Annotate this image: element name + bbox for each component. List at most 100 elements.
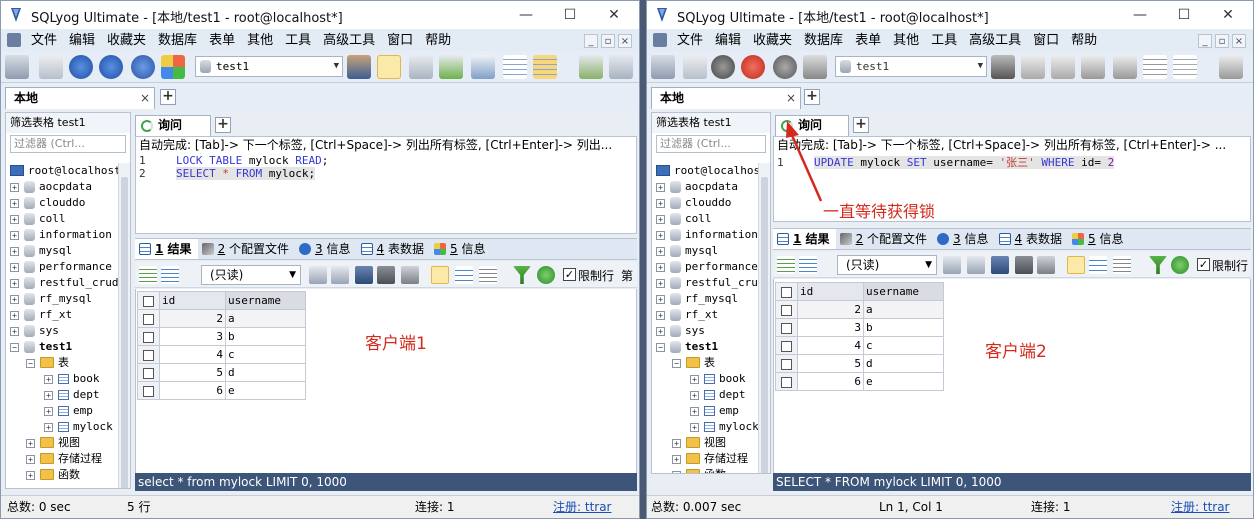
new-query-button[interactable]: + <box>853 117 869 133</box>
tab-table-data[interactable]: 4 表数据 <box>357 239 430 259</box>
menu-tools[interactable]: 工具 <box>279 30 317 51</box>
connect-icon[interactable] <box>5 55 29 79</box>
export-result-icon[interactable] <box>161 266 179 284</box>
expand-icon[interactable]: + <box>10 295 19 304</box>
register-link[interactable]: 注册: ttrar <box>1171 496 1230 518</box>
table-row[interactable]: 2a <box>137 309 306 328</box>
register-link[interactable]: 注册: ttrar <box>553 496 612 518</box>
insert-row-icon[interactable] <box>777 256 795 274</box>
close-tab-icon[interactable]: × <box>140 88 150 108</box>
expand-icon[interactable]: + <box>44 407 53 416</box>
menu-database[interactable]: 数据库 <box>152 30 203 51</box>
tab-profiles[interactable]: 2 个配置文件 <box>836 229 933 249</box>
text-view-icon[interactable] <box>1113 256 1131 274</box>
row-checkbox[interactable] <box>775 300 798 319</box>
refresh-results-icon[interactable] <box>1171 256 1189 274</box>
limit-rows-checkbox[interactable]: ✓ <box>1197 258 1210 271</box>
cell-id[interactable]: 3 <box>797 318 864 337</box>
form-view-icon[interactable] <box>1089 256 1107 274</box>
maximize-button[interactable]: ☐ <box>1161 1 1207 29</box>
table-grid-icon[interactable] <box>1143 55 1167 79</box>
filter-input[interactable]: 过滤器 (Ctrl... <box>10 135 126 153</box>
row-checkbox[interactable] <box>137 381 160 400</box>
table-row[interactable]: 4c <box>137 345 306 364</box>
sync-icon[interactable] <box>1113 55 1137 79</box>
user-manager-icon[interactable] <box>347 55 371 79</box>
menu-advanced-tools[interactable]: 高级工具 <box>963 30 1027 51</box>
import-icon[interactable] <box>409 55 433 79</box>
mdi-minimize-button[interactable]: _ <box>1198 34 1212 48</box>
column-header[interactable]: username <box>225 291 306 310</box>
grid-view-icon[interactable] <box>1067 256 1085 274</box>
menu-other[interactable]: 其他 <box>887 30 925 51</box>
cell-username[interactable]: c <box>863 336 944 355</box>
expand-icon[interactable]: + <box>10 263 19 272</box>
filter-input[interactable]: 过滤器 (Ctrl... <box>656 135 766 153</box>
add-row-icon[interactable] <box>309 266 327 284</box>
cell-username[interactable]: b <box>225 327 306 346</box>
table-row[interactable]: 5d <box>775 354 944 373</box>
maximize-button[interactable]: ☐ <box>547 1 593 29</box>
row-checkbox[interactable] <box>775 354 798 373</box>
select-all-checkbox[interactable] <box>775 282 798 301</box>
refresh-results-icon[interactable] <box>537 266 555 284</box>
expand-icon[interactable]: + <box>10 327 19 336</box>
code-line[interactable]: 2 SELECT * FROM mylock; <box>136 167 636 180</box>
cell-id[interactable]: 4 <box>797 336 864 355</box>
backup-icon[interactable] <box>1219 55 1243 79</box>
cell-username[interactable]: e <box>225 381 306 400</box>
menu-edit[interactable]: 编辑 <box>63 30 101 51</box>
menu-advanced-tools[interactable]: 高级工具 <box>317 30 381 51</box>
execute-query-icon[interactable] <box>69 55 93 79</box>
new-connection-icon[interactable] <box>39 55 63 79</box>
close-button[interactable]: ✕ <box>1205 1 1251 29</box>
cancel-icon[interactable] <box>401 266 419 284</box>
backup-icon[interactable] <box>579 55 603 79</box>
minimize-button[interactable]: — <box>1117 1 1163 29</box>
expand-icon[interactable]: + <box>656 231 665 240</box>
table-row[interactable]: 2a <box>775 300 944 319</box>
database-selector[interactable]: test1 ▼ <box>195 56 343 77</box>
row-checkbox[interactable] <box>775 336 798 355</box>
table-grid-icon[interactable] <box>503 55 527 79</box>
expand-icon[interactable]: + <box>690 375 699 384</box>
user-manager-icon[interactable] <box>991 55 1015 79</box>
table-row[interactable]: 6e <box>775 372 944 391</box>
cell-username[interactable]: b <box>863 318 944 337</box>
collapse-icon[interactable]: − <box>10 343 19 352</box>
add-row-icon[interactable] <box>943 256 961 274</box>
schema-designer-icon[interactable] <box>533 55 557 79</box>
cell-id[interactable]: 2 <box>159 309 226 328</box>
close-button[interactable]: ✕ <box>591 1 637 29</box>
menu-favorites[interactable]: 收藏夹 <box>101 30 152 51</box>
tree-scrollbar[interactable] <box>118 163 130 488</box>
expand-icon[interactable]: + <box>656 311 665 320</box>
expand-icon[interactable]: + <box>26 439 35 448</box>
expand-icon[interactable]: + <box>44 423 53 432</box>
schema-icon[interactable] <box>161 55 185 79</box>
expand-icon[interactable]: + <box>10 311 19 320</box>
menu-file[interactable]: 文件 <box>671 30 709 51</box>
tab-messages[interactable]: 3 信息 <box>295 239 356 259</box>
delete-icon[interactable] <box>377 266 395 284</box>
database-selector[interactable]: test1 ▼ <box>835 56 987 77</box>
cell-username[interactable]: a <box>225 309 306 328</box>
tab-table-data[interactable]: 4 表数据 <box>995 229 1068 249</box>
cell-id[interactable]: 6 <box>797 372 864 391</box>
connect-icon[interactable] <box>651 55 675 79</box>
expand-icon[interactable]: + <box>656 183 665 192</box>
select-all-checkbox[interactable] <box>137 291 160 310</box>
row-checkbox[interactable] <box>137 345 160 364</box>
menu-other[interactable]: 其他 <box>241 30 279 51</box>
menu-edit[interactable]: 编辑 <box>709 30 747 51</box>
refresh-icon[interactable] <box>131 55 155 79</box>
sql-code[interactable]: 1 UPDATE mylock SET username= '张三' WHERE … <box>774 154 1250 170</box>
cell-username[interactable]: d <box>225 363 306 382</box>
cell-id[interactable]: 2 <box>797 300 864 319</box>
cell-id[interactable]: 5 <box>797 354 864 373</box>
cell-id[interactable]: 6 <box>159 381 226 400</box>
menu-database[interactable]: 数据库 <box>798 30 849 51</box>
expand-icon[interactable]: + <box>656 279 665 288</box>
table-row[interactable]: 6e <box>137 381 306 400</box>
cell-id[interactable]: 4 <box>159 345 226 364</box>
